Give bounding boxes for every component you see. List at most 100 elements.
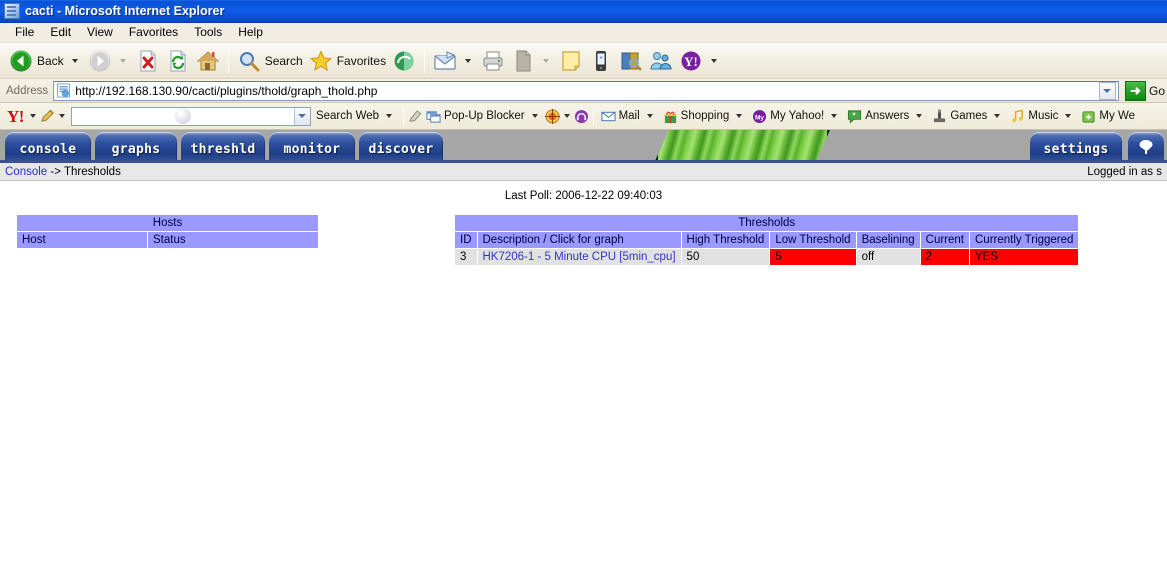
edit-button[interactable] — [508, 46, 556, 76]
popup-blocker-dropdown-arrow-icon[interactable] — [531, 114, 538, 118]
hosts-column-host[interactable]: Host — [17, 232, 147, 248]
yahoo-item-my-yahoo[interactable]: My My Yahoo! — [749, 105, 844, 127]
hosts-title-row: Hosts — [17, 215, 318, 231]
address-input[interactable]: http://192.168.130.90/cacti/plugins/thol… — [53, 80, 1119, 101]
column-id[interactable]: ID — [455, 232, 477, 248]
go-button[interactable]: ➜ Go — [1124, 80, 1167, 101]
yahoo-logo[interactable]: Y! — [5, 108, 26, 125]
page-icon — [4, 3, 20, 19]
yahoo-search-input[interactable] — [70, 106, 311, 126]
antispy-dropdown-arrow-icon[interactable] — [563, 114, 570, 118]
highlighter-icon[interactable] — [408, 109, 423, 124]
popup-blocker-label: Pop-Up Blocker — [444, 110, 525, 122]
history-button[interactable] — [389, 46, 419, 76]
yahoo-item-music[interactable]: Music — [1007, 105, 1078, 127]
yahoo-item-shopping[interactable]: Shopping — [660, 105, 750, 127]
menu-item-help[interactable]: Help — [230, 24, 271, 41]
headphones-icon[interactable] — [574, 109, 589, 124]
home-button[interactable] — [193, 46, 223, 76]
hosts-table: Hosts Host Status — [16, 214, 319, 249]
star-icon — [309, 49, 332, 71]
antispy-target-icon[interactable] — [544, 108, 560, 124]
mail-dropdown-arrow-icon[interactable] — [646, 114, 653, 118]
yahoo-item-label: Music — [1028, 110, 1059, 122]
yahoo-item-label: My Yahoo! — [770, 110, 825, 122]
menu-item-file[interactable]: File — [7, 24, 42, 41]
shopping-dropdown-arrow-icon[interactable] — [736, 114, 743, 118]
encarta-button[interactable] — [616, 46, 646, 76]
print-button[interactable] — [478, 46, 508, 76]
yahoo-separator-2 — [592, 107, 594, 125]
breadcrumb-separator: -> — [47, 165, 64, 178]
pencil-dropdown-arrow-icon[interactable] — [58, 114, 65, 118]
search-web-button[interactable]: Search Web — [313, 105, 399, 127]
my-web-icon — [1082, 110, 1096, 123]
mail-dropdown-arrow-icon[interactable] — [465, 58, 472, 63]
yahoo-search-dropdown[interactable] — [293, 107, 310, 125]
cell-description[interactable]: HK7206-1 - 5 Minute CPU [5min_cpu] — [477, 249, 681, 265]
back-button[interactable]: Back — [6, 46, 85, 76]
answers-dropdown-arrow-icon[interactable] — [916, 114, 923, 118]
favorites-button[interactable]: Favorites — [306, 46, 389, 76]
column-current[interactable]: Current — [920, 232, 969, 248]
go-arrow-icon: ➜ — [1124, 80, 1146, 101]
edit-page-icon — [516, 50, 531, 71]
stop-button[interactable] — [133, 46, 163, 76]
column-high-threshold[interactable]: High Threshold — [681, 232, 770, 248]
yahoo-item-mail[interactable]: Mail — [598, 105, 660, 127]
pencil-icon[interactable] — [40, 109, 55, 124]
threshold-graph-link[interactable]: HK7206-1 - 5 Minute CPU [5min_cpu] — [483, 251, 676, 263]
yahoo-item-my-web[interactable]: My We — [1078, 105, 1138, 127]
address-dropdown-button[interactable] — [1098, 81, 1116, 100]
forward-button[interactable] — [85, 46, 133, 76]
search-button[interactable]: Search — [234, 46, 306, 76]
messenger-phone-button[interactable]: * — [586, 46, 616, 76]
yahoo-item-label: My We — [1099, 110, 1135, 122]
tab-monitor[interactable]: monitor — [269, 132, 355, 160]
games-icon — [934, 108, 946, 122]
cell-current: 2 — [920, 249, 969, 265]
column-low-threshold[interactable]: Low Threshold — [770, 232, 856, 248]
popup-blocker-button[interactable]: Pop-Up Blocker — [423, 105, 545, 127]
people-icon — [650, 51, 672, 69]
hosts-column-status[interactable]: Status — [147, 232, 318, 248]
refresh-button[interactable] — [163, 46, 193, 76]
tab-graphs[interactable]: graphs — [95, 132, 177, 160]
tab-discover[interactable]: discover — [359, 132, 443, 160]
column-description[interactable]: Description / Click for graph — [477, 232, 681, 248]
tab-label: threshld — [190, 142, 256, 157]
tab-threshld[interactable]: threshld — [181, 132, 265, 160]
tab-trees[interactable] — [1128, 132, 1164, 160]
tab-console[interactable]: console — [5, 132, 91, 160]
menu-item-view[interactable]: View — [79, 24, 121, 41]
yahoo-item-answers[interactable]: * Answers — [844, 105, 929, 127]
chevron-down-icon — [1103, 88, 1112, 93]
address-bar: Address http://192.168.130.90/cacti/plug… — [0, 79, 1167, 103]
column-baselining[interactable]: Baselining — [856, 232, 920, 248]
yahoo-logo-dropdown-arrow-icon[interactable] — [29, 114, 36, 118]
go-button-label: Go — [1148, 83, 1165, 98]
tab-settings[interactable]: settings — [1030, 132, 1122, 160]
menu-item-tools[interactable]: Tools — [186, 24, 230, 41]
tables-container: Hosts Host Status Thresholds ID Descript… — [0, 214, 1167, 266]
notes-button[interactable] — [556, 46, 586, 76]
my-yahoo-dropdown-arrow-icon[interactable] — [831, 114, 838, 118]
breadcrumb-console-link[interactable]: Console — [5, 166, 47, 178]
music-dropdown-arrow-icon[interactable] — [1065, 114, 1072, 118]
back-dropdown-arrow-icon[interactable] — [71, 58, 78, 63]
yahoo-toolbar-button[interactable]: Y! — [676, 46, 724, 76]
yahoo-dropdown-arrow-icon[interactable] — [711, 58, 718, 63]
menu-item-favorites[interactable]: Favorites — [121, 24, 186, 41]
envelope-icon — [601, 111, 616, 121]
messenger-button[interactable] — [646, 46, 676, 76]
yahoo-search-field[interactable] — [72, 108, 294, 125]
book-icon — [621, 52, 642, 71]
menu-item-edit[interactable]: Edit — [42, 24, 79, 41]
standard-toolbar: Back Search Favorites * Y! — [0, 43, 1167, 79]
mail-button[interactable] — [430, 46, 478, 76]
tab-label: graphs — [111, 142, 161, 157]
column-currently-triggered[interactable]: Currently Triggered — [970, 232, 1079, 248]
yahoo-item-games[interactable]: Games — [929, 105, 1007, 127]
games-dropdown-arrow-icon[interactable] — [994, 114, 1001, 118]
search-web-dropdown-arrow-icon[interactable] — [386, 114, 393, 118]
